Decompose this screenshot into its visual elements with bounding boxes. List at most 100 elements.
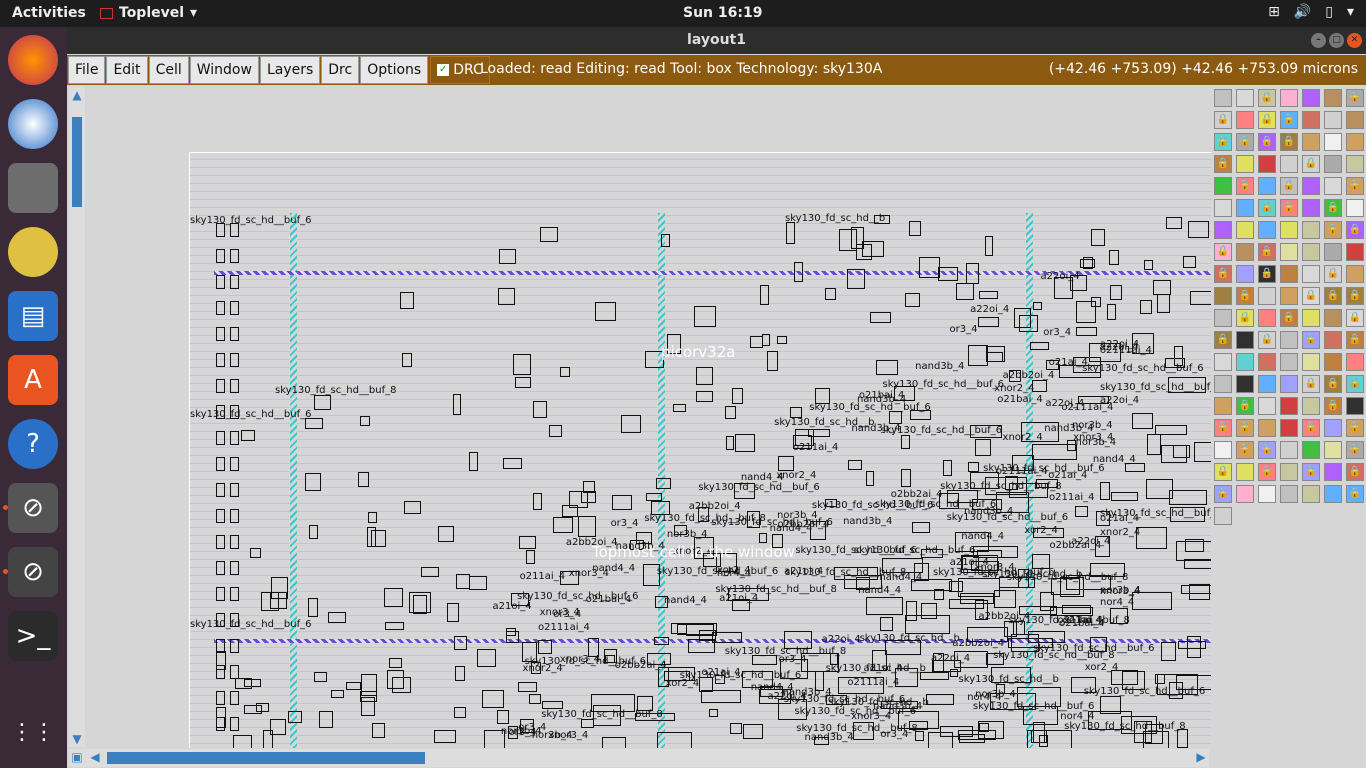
magic-window-icon[interactable]: ⊘: [8, 547, 58, 597]
std-cell[interactable]: [384, 621, 405, 631]
std-cell[interactable]: [994, 590, 1017, 609]
std-cell[interactable]: [688, 639, 716, 654]
tap-cell[interactable]: [216, 509, 225, 523]
layer-swatch[interactable]: [1236, 331, 1254, 349]
layer-swatch[interactable]: [1258, 309, 1276, 327]
help-icon[interactable]: ?: [8, 419, 58, 469]
layer-swatch[interactable]: [1280, 441, 1298, 459]
layer-swatch[interactable]: 🔒: [1236, 177, 1254, 195]
std-cell[interactable]: [581, 719, 594, 728]
std-cell[interactable]: [1168, 490, 1207, 506]
layer-swatch[interactable]: 🔒: [1280, 111, 1298, 129]
std-cell[interactable]: [519, 536, 537, 550]
layer-swatch[interactable]: 🔒: [1324, 265, 1342, 283]
std-cell[interactable]: [503, 457, 523, 469]
layer-swatch[interactable]: 🔒: [1324, 287, 1342, 305]
terminal-icon[interactable]: >_: [8, 611, 58, 661]
std-cell[interactable]: [974, 438, 991, 456]
layer-swatch[interactable]: [1324, 177, 1342, 195]
std-cell[interactable]: [905, 601, 917, 621]
layer-swatch[interactable]: [1324, 485, 1342, 503]
layer-swatch[interactable]: [1214, 397, 1232, 415]
tap-cell[interactable]: [230, 509, 239, 523]
layer-swatch[interactable]: [1258, 419, 1276, 437]
layer-swatch[interactable]: 🔒: [1258, 265, 1276, 283]
std-cell[interactable]: [865, 470, 874, 486]
std-cell[interactable]: [672, 404, 687, 413]
std-cell[interactable]: [496, 709, 509, 724]
layer-swatch[interactable]: [1324, 89, 1342, 107]
firefox-icon[interactable]: [8, 35, 58, 85]
layer-swatch[interactable]: [1236, 221, 1254, 239]
layer-swatch[interactable]: [1324, 111, 1342, 129]
layer-swatch[interactable]: [1324, 463, 1342, 481]
layer-swatch[interactable]: [1302, 353, 1320, 371]
tap-cell[interactable]: [230, 691, 239, 705]
writer-icon[interactable]: ▤: [8, 291, 58, 341]
layer-swatch[interactable]: 🔒: [1280, 133, 1298, 151]
tap-cell[interactable]: [230, 561, 239, 575]
std-cell[interactable]: [498, 288, 515, 305]
thunderbird-icon[interactable]: [8, 99, 58, 149]
std-cell[interactable]: [244, 678, 261, 687]
std-cell[interactable]: [785, 222, 796, 244]
scroll-right-icon[interactable]: ▶: [1193, 749, 1209, 765]
layer-swatch[interactable]: [1346, 133, 1364, 151]
std-cell[interactable]: [1032, 301, 1043, 310]
menu-cell[interactable]: Cell: [148, 56, 189, 84]
std-cell[interactable]: [1136, 527, 1167, 549]
std-cell[interactable]: [400, 291, 415, 309]
layer-swatch[interactable]: [1236, 463, 1254, 481]
std-cell[interactable]: [1190, 290, 1211, 305]
std-cell[interactable]: [232, 734, 253, 748]
scroll-up-icon[interactable]: ▲: [69, 87, 85, 103]
std-cell[interactable]: [938, 266, 958, 281]
std-cell[interactable]: [437, 525, 454, 543]
layer-swatch[interactable]: 🔒: [1280, 177, 1298, 195]
std-cell[interactable]: [949, 669, 959, 678]
layer-swatch[interactable]: 🔒: [1280, 309, 1298, 327]
std-cell[interactable]: [1180, 585, 1211, 595]
std-cell[interactable]: [927, 732, 953, 748]
std-cell[interactable]: [529, 693, 542, 704]
std-cell[interactable]: [1187, 635, 1202, 658]
layer-swatch[interactable]: 🔒: [1214, 485, 1232, 503]
std-cell[interactable]: [1153, 279, 1172, 296]
std-cell[interactable]: [1099, 696, 1122, 715]
std-cell[interactable]: [646, 492, 662, 502]
std-cell[interactable]: [934, 589, 944, 601]
layer-swatch[interactable]: [1346, 243, 1364, 261]
tap-cell[interactable]: [216, 379, 225, 393]
layer-swatch[interactable]: [1236, 243, 1254, 261]
horizontal-scrollbar[interactable]: ▣ ◀ ▶: [69, 749, 1209, 767]
std-cell[interactable]: [401, 353, 412, 367]
std-cell[interactable]: [870, 312, 891, 323]
tap-cell[interactable]: [230, 639, 239, 653]
std-cell[interactable]: [391, 677, 412, 693]
layer-swatch[interactable]: [1236, 89, 1254, 107]
std-cell[interactable]: [758, 533, 768, 544]
layer-swatch[interactable]: [1302, 243, 1320, 261]
std-cell[interactable]: [1109, 285, 1122, 300]
layer-swatch[interactable]: 🔒: [1214, 243, 1232, 261]
layer-swatch[interactable]: [1280, 397, 1298, 415]
layer-swatch[interactable]: [1258, 155, 1276, 173]
std-cell[interactable]: [287, 711, 302, 724]
layer-swatch[interactable]: [1214, 375, 1232, 393]
std-cell[interactable]: [789, 407, 802, 418]
layer-swatch[interactable]: [1258, 353, 1276, 371]
std-cell[interactable]: [359, 415, 370, 426]
std-cell[interactable]: [304, 418, 324, 429]
std-cell[interactable]: [966, 262, 979, 285]
tap-cell[interactable]: [230, 327, 239, 341]
std-cell[interactable]: [1185, 539, 1205, 552]
layer-swatch[interactable]: [1214, 89, 1232, 107]
layer-swatch[interactable]: [1302, 441, 1320, 459]
std-cell[interactable]: [1143, 259, 1154, 270]
layer-swatch[interactable]: [1280, 243, 1298, 261]
layer-swatch[interactable]: [1214, 177, 1232, 195]
std-cell[interactable]: [694, 305, 716, 328]
layer-swatch[interactable]: 🔒: [1258, 111, 1276, 129]
std-cell[interactable]: [1131, 413, 1153, 429]
layer-swatch[interactable]: 🔒: [1346, 331, 1364, 349]
